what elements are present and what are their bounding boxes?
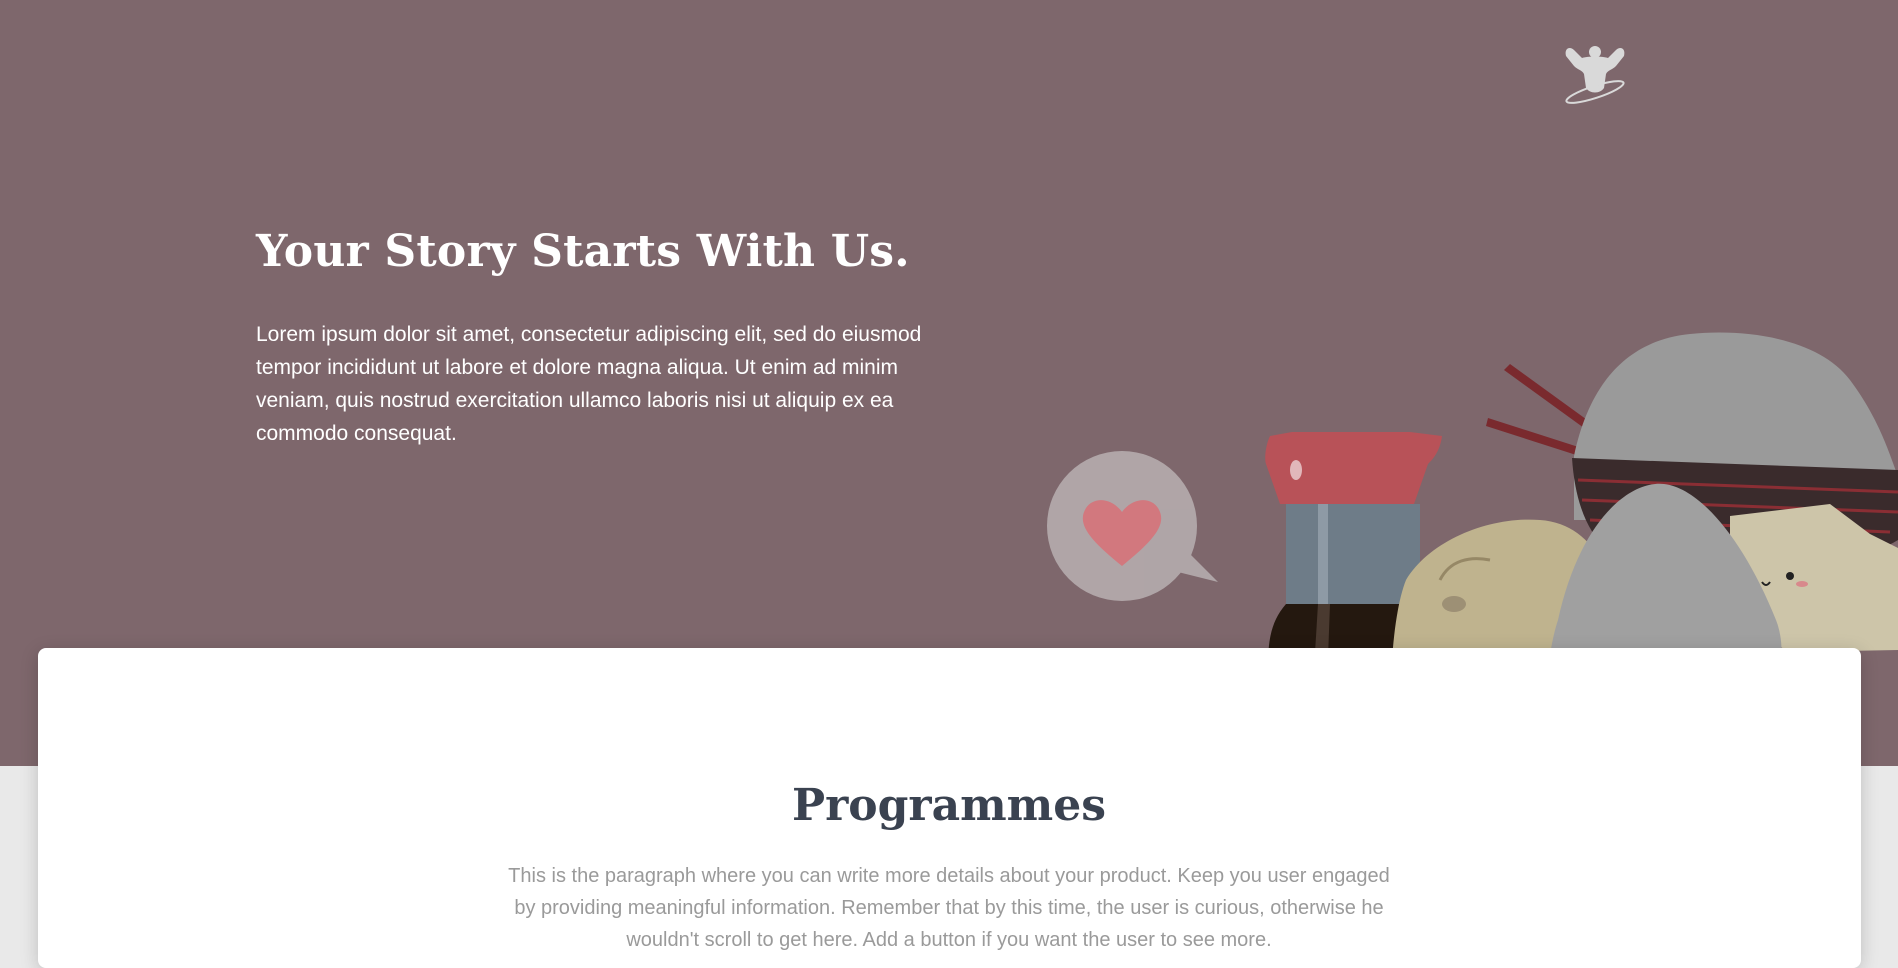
section-title: Programmes (792, 780, 1106, 831)
hero-description: Lorem ipsum dolor sit amet, consectetur … (256, 323, 922, 445)
bodybuilder-logo-icon[interactable] (1560, 40, 1630, 106)
section-description: This is the paragraph where you can writ… (508, 865, 1390, 951)
hero-title: Your Story Starts With Us. (256, 226, 910, 277)
